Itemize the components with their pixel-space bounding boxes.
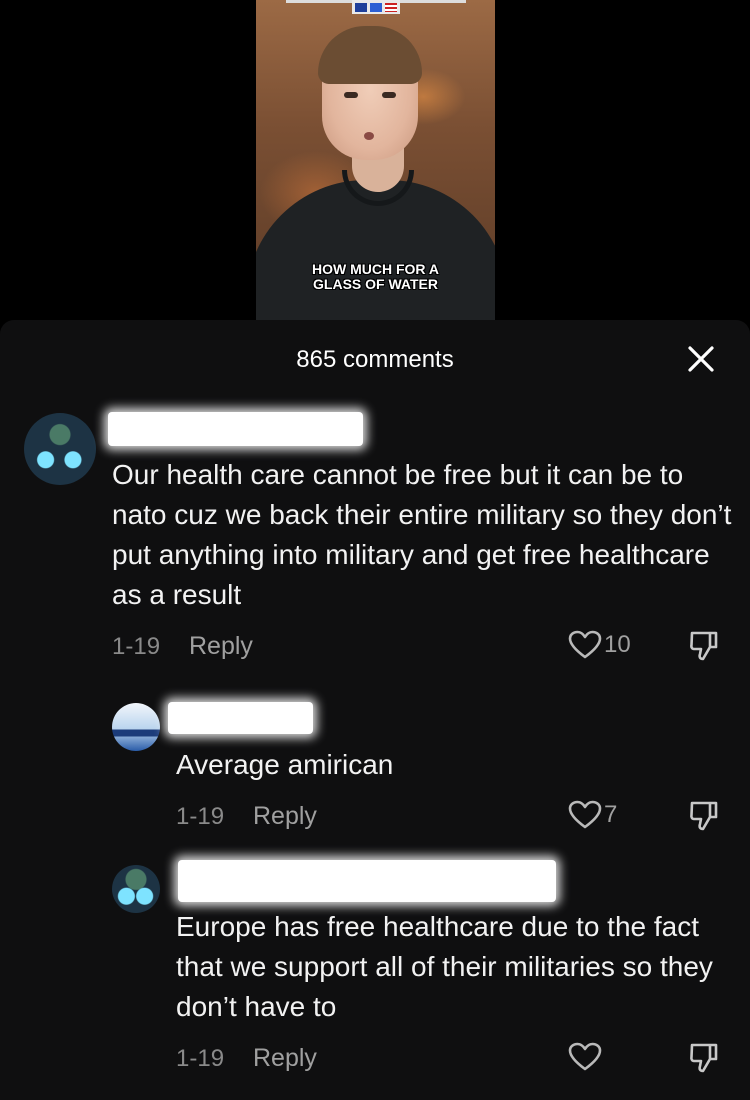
dislike-button[interactable]	[688, 1042, 720, 1079]
dislike-button[interactable]	[688, 800, 720, 837]
eu-flag-icon	[355, 2, 368, 12]
avatar[interactable]	[24, 413, 96, 485]
thumbs-down-icon	[690, 801, 718, 831]
heart-icon	[568, 800, 602, 829]
avatar[interactable]	[112, 865, 160, 913]
comments-count: 865 comments	[296, 346, 454, 373]
dislike-button[interactable]	[688, 630, 720, 667]
like-button[interactable]: 10	[568, 630, 631, 660]
heart-icon	[568, 630, 602, 659]
like-count: 7	[604, 801, 618, 828]
redacted-username	[178, 860, 556, 902]
comment-date: 1-19	[176, 1045, 225, 1072]
comment-date: 1-19	[176, 803, 225, 830]
avatar[interactable]	[112, 703, 160, 751]
comment-date: 1-19	[112, 633, 161, 660]
video-preview[interactable]: HOW MUCH FOR A GLASS OF WATER	[256, 0, 495, 322]
reply-button[interactable]: Reply	[253, 802, 317, 831]
comments-sheet: 865 comments Our health care cannot be f…	[0, 320, 750, 1100]
reply-button[interactable]: Reply	[189, 632, 253, 661]
like-count: 10	[604, 631, 631, 658]
like-button[interactable]	[568, 1042, 604, 1072]
flags-graphic	[352, 0, 400, 14]
like-button[interactable]: 7	[568, 800, 617, 830]
left-eye	[344, 92, 358, 98]
close-icon	[688, 346, 714, 372]
redacted-username	[168, 702, 313, 734]
arrow-right-icon	[369, 2, 382, 12]
reply-button[interactable]: Reply	[253, 1044, 317, 1073]
thumbs-down-icon	[690, 631, 718, 661]
comment-text: Our health care cannot be free but it ca…	[112, 459, 732, 610]
thumbs-down-icon	[690, 1043, 718, 1073]
mouth	[364, 132, 374, 140]
person-hair	[318, 26, 422, 84]
video-caption-line-1: HOW MUCH FOR A	[311, 261, 440, 277]
video-caption-line-2: GLASS OF WATER	[313, 276, 438, 292]
close-button[interactable]	[686, 344, 716, 374]
redacted-username	[108, 412, 363, 446]
comment-text: Average amirican	[176, 749, 394, 780]
right-eye	[382, 92, 396, 98]
comment-text: Europe has free healthcare due to the fa…	[176, 911, 713, 1022]
us-flag-icon	[384, 2, 397, 12]
video-caption: HOW MUCH FOR A GLASS OF WATER	[256, 262, 495, 292]
heart-icon	[568, 1042, 602, 1071]
